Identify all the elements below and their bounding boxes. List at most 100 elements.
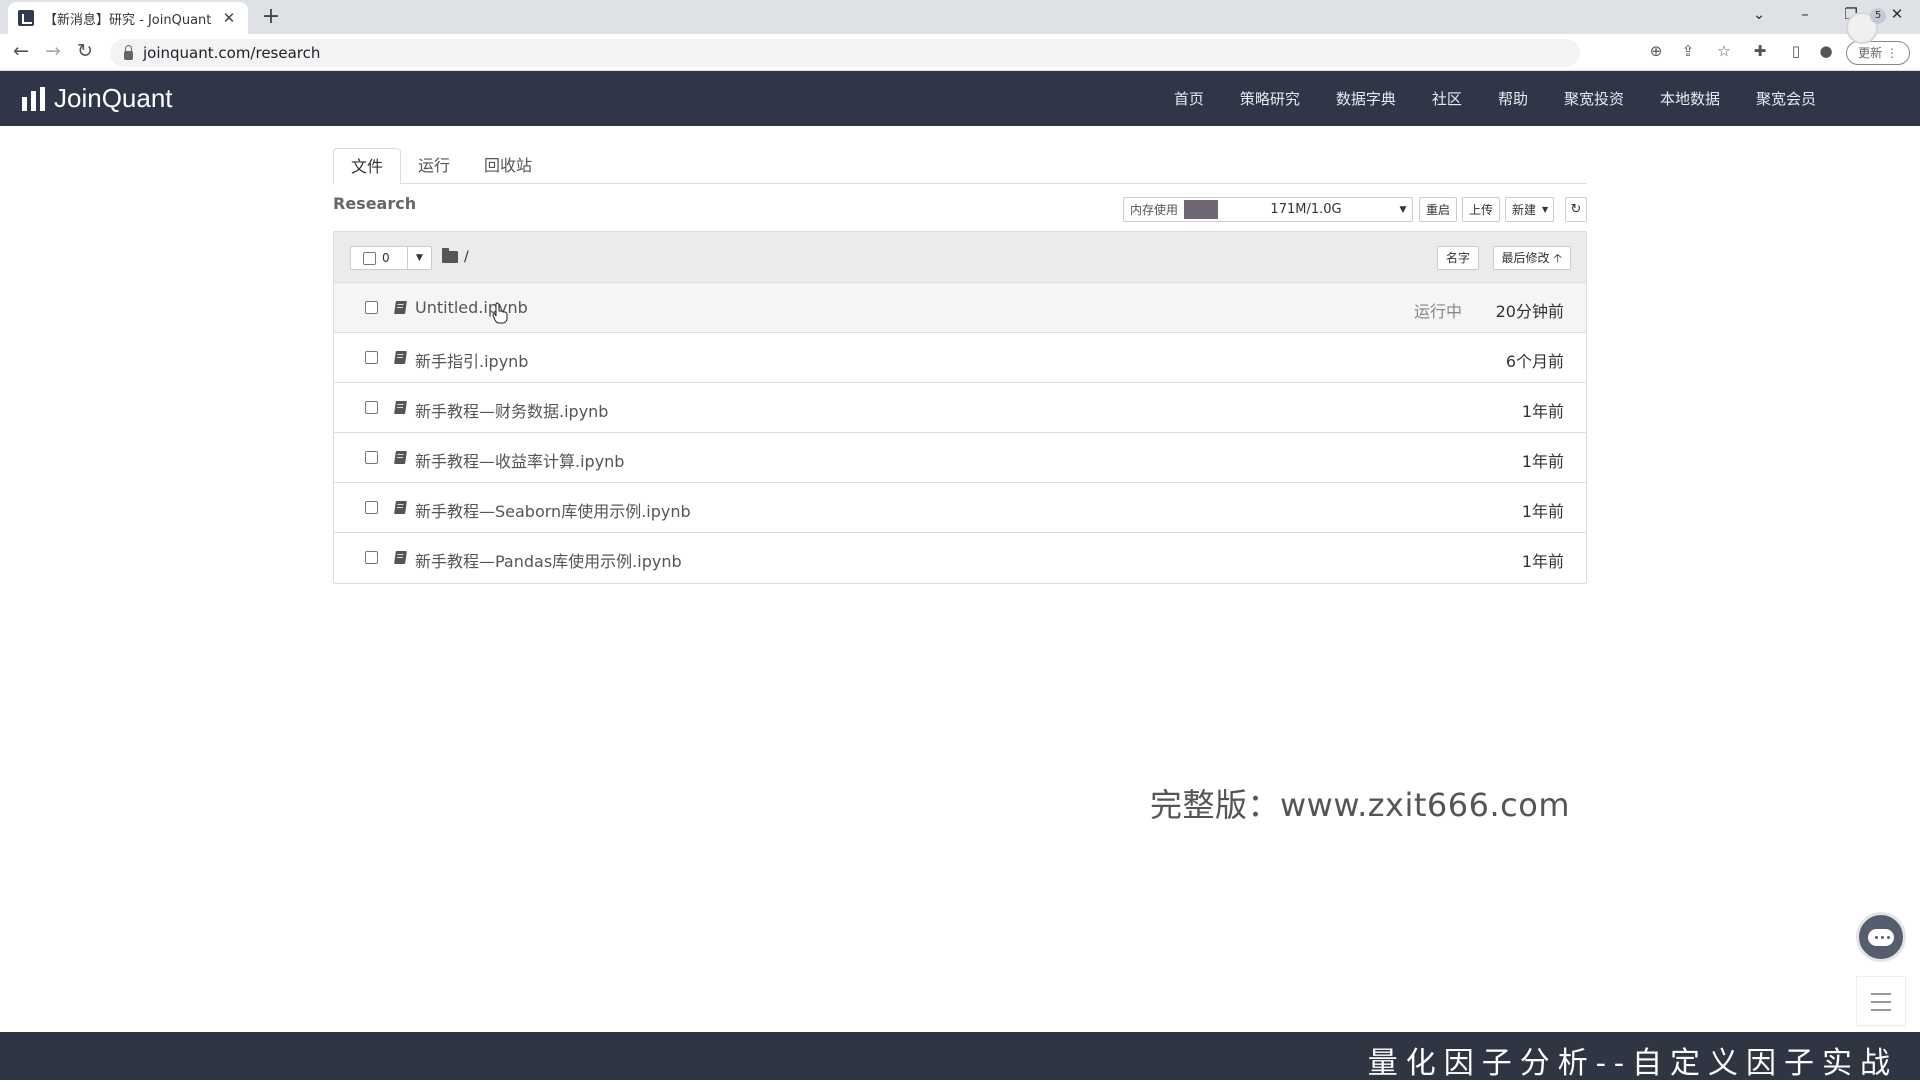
browser-tabstrip: 【新消息】研究 - JoinQuant ✕ + ⌄ – ❐ ✕: [0, 0, 1920, 34]
file-list-header: 0 ▼ / 名字 最后修改 🡡: [334, 232, 1586, 283]
tab-trash[interactable]: 回收站: [467, 148, 549, 184]
url-text: joinquant.com/research: [143, 44, 321, 62]
minimize-icon[interactable]: –: [1790, 5, 1820, 23]
row-checkbox[interactable]: [365, 501, 378, 514]
modified-time: 6个月前: [1505, 352, 1564, 371]
tab-search-icon[interactable]: ⌄: [1744, 5, 1774, 23]
lock-icon: [124, 44, 133, 60]
upload-button[interactable]: 上传: [1462, 197, 1501, 222]
browser-tab[interactable]: 【新消息】研究 - JoinQuant ✕: [8, 2, 248, 34]
caret-down-icon: ▼: [1542, 205, 1549, 214]
running-status: 运行中: [1413, 302, 1462, 321]
list-item[interactable]: Untitled.ipynb 运行中 20分钟前: [334, 283, 1586, 333]
profile-icon[interactable]: ●: [1814, 42, 1838, 60]
memory-value: 171M/1.0G: [1270, 202, 1342, 217]
hand-cursor-icon: [492, 302, 508, 324]
row-checkbox[interactable]: [365, 401, 378, 414]
upload-label: 上传: [1469, 203, 1494, 217]
file-name-link[interactable]: 新手教程—Pandas库使用示例.ipynb: [415, 548, 682, 572]
list-item[interactable]: 新手指引.ipynb 6个月前: [334, 333, 1586, 383]
nav-help[interactable]: 帮助: [1498, 88, 1528, 109]
back-icon[interactable]: ←: [8, 40, 34, 62]
bookmark-star-icon[interactable]: ☆: [1712, 42, 1736, 60]
modified-time: 1年前: [1521, 502, 1564, 521]
list-item[interactable]: 新手教程—Pandas库使用示例.ipynb 1年前: [334, 533, 1586, 583]
nav-data-dictionary[interactable]: 数据字典: [1336, 88, 1396, 109]
sort-modified-label: 最后修改: [1501, 251, 1550, 265]
banner-text: 量化因子分析--自定义因子实战: [1367, 1046, 1898, 1081]
sort-by-modified-button[interactable]: 最后修改 🡡: [1492, 246, 1571, 270]
notebook-icon: [394, 351, 407, 364]
research-tabs: 文件 运行 回收站: [333, 148, 1587, 185]
breadcrumb[interactable]: /: [442, 248, 469, 265]
tab-running[interactable]: 运行: [401, 148, 467, 184]
row-checkbox[interactable]: [365, 551, 378, 564]
new-button[interactable]: 新建 ▼: [1505, 197, 1555, 222]
watermark-text: 完整版：www.zxit666.com: [1150, 786, 1571, 824]
row-checkbox[interactable]: [365, 301, 378, 314]
address-bar: ← → ↻ joinquant.com/research ⊕ ⇪ ☆ ✚ ▯ ●…: [0, 34, 1920, 71]
tab-files[interactable]: 文件: [333, 148, 402, 185]
restart-button[interactable]: 重启: [1419, 197, 1458, 222]
joinquant-favicon-icon: [18, 10, 34, 26]
reload-icon[interactable]: ↻: [72, 40, 98, 62]
url-input[interactable]: joinquant.com/research: [110, 39, 1580, 67]
file-list: 0 ▼ / 名字 最后修改 🡡 Untitled.ipynb 运行中 20分钟前…: [333, 231, 1587, 584]
file-name-link[interactable]: 新手教程—Seaborn库使用示例.ipynb: [415, 498, 691, 522]
extensions-icon[interactable]: ✚: [1748, 42, 1772, 60]
menu-list-icon[interactable]: [1856, 976, 1906, 1026]
notebook-icon: [394, 501, 407, 514]
bottom-banner: 量化因子分析--自定义因子实战: [0, 1032, 1920, 1081]
modified-time: 1年前: [1521, 452, 1564, 471]
notification-badge: 5: [1870, 8, 1886, 24]
current-path: /: [464, 249, 469, 265]
logo-text: JoinQuant: [54, 83, 173, 113]
refresh-icon: ↻: [1570, 202, 1582, 217]
file-name-link[interactable]: 新手教程—财务数据.ipynb: [415, 398, 608, 422]
file-name-link[interactable]: Untitled.ipynb: [415, 298, 528, 317]
page-title: Research: [333, 194, 417, 213]
tab-title: 【新消息】研究 - JoinQuant: [44, 12, 212, 28]
list-item[interactable]: 新手教程—Seaborn库使用示例.ipynb 1年前: [334, 483, 1586, 533]
nav-community[interactable]: 社区: [1432, 88, 1462, 109]
new-tab-button[interactable]: +: [258, 4, 284, 29]
nav-home[interactable]: 首页: [1174, 88, 1204, 109]
nav-local-data[interactable]: 本地数据: [1660, 88, 1720, 109]
notebook-icon: [394, 401, 407, 414]
notebook-icon: [394, 301, 407, 314]
arrow-up-icon: 🡡: [1553, 251, 1562, 265]
sidebar-icon[interactable]: ▯: [1784, 42, 1808, 60]
row-checkbox[interactable]: [365, 451, 378, 464]
memory-progress-bar: [1184, 200, 1219, 219]
select-all-control[interactable]: 0 ▼: [350, 246, 432, 270]
update-button[interactable]: 更新 ⋮: [1846, 41, 1910, 65]
chat-support-icon[interactable]: [1856, 912, 1906, 962]
list-item[interactable]: 新手教程—财务数据.ipynb 1年前: [334, 383, 1586, 433]
new-label: 新建: [1512, 203, 1537, 217]
refresh-button[interactable]: ↻: [1565, 197, 1587, 222]
memory-usage-dropdown[interactable]: 内存使用 171M/1.0G ▼: [1123, 197, 1413, 222]
zoom-icon[interactable]: ⊕: [1644, 42, 1668, 60]
tab-close-icon[interactable]: ✕: [220, 9, 238, 27]
file-name-link[interactable]: 新手指引.ipynb: [415, 348, 528, 372]
restart-label: 重启: [1426, 203, 1451, 217]
list-item[interactable]: 新手教程—收益率计算.ipynb 1年前: [334, 433, 1586, 483]
notebook-icon: [394, 551, 407, 564]
nav-membership[interactable]: 聚宽会员: [1756, 88, 1816, 109]
nav-investment[interactable]: 聚宽投资: [1564, 88, 1624, 109]
share-icon[interactable]: ⇪: [1676, 42, 1700, 60]
row-checkbox[interactable]: [365, 351, 378, 364]
select-all-checkbox[interactable]: [363, 251, 376, 265]
logo[interactable]: JoinQuant: [22, 83, 173, 114]
window-close-icon[interactable]: ✕: [1882, 5, 1912, 23]
modified-time: 20分钟前: [1495, 302, 1564, 321]
memory-label: 内存使用: [1130, 203, 1179, 217]
nav-strategy-research[interactable]: 策略研究: [1240, 88, 1300, 109]
forward-icon[interactable]: →: [40, 40, 66, 62]
main-nav: 首页 策略研究 数据字典 社区 帮助 聚宽投资 本地数据 聚宽会员: [1138, 71, 1816, 126]
file-name-link[interactable]: 新手教程—收益率计算.ipynb: [415, 448, 624, 472]
selected-count: 0: [382, 251, 390, 265]
sort-by-name-button[interactable]: 名字: [1436, 246, 1479, 270]
notebook-icon: [394, 451, 407, 464]
selection-dropdown-icon[interactable]: ▼: [407, 247, 431, 269]
